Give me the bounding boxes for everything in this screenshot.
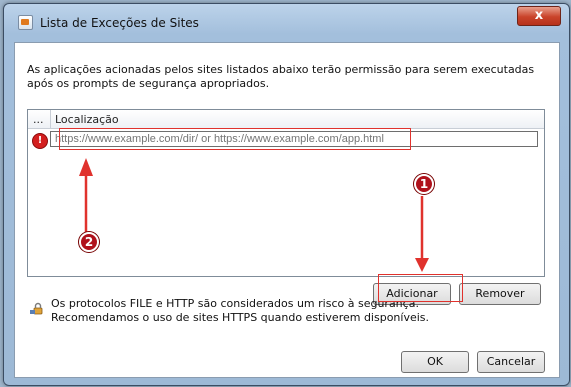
security-info-line1: Os protocolos FILE e HTTP são considerad… (51, 297, 419, 310)
ok-button[interactable]: OK (401, 351, 469, 373)
java-app-icon (18, 15, 33, 30)
annotation-badge-2: 2 (79, 232, 99, 252)
column-header-location[interactable]: Localização (55, 113, 119, 126)
window-title: Lista de Exceções de Sites (40, 16, 199, 30)
exception-site-list-dialog: Lista de Exceções de Sites x As aplicaçõ… (3, 3, 570, 386)
security-info-line2: Recomendamos o uso de sites HTTPS quando… (51, 311, 430, 324)
add-button-highlight-box (378, 274, 463, 302)
annotation-badge-1: 1 (414, 174, 434, 194)
security-info-text: Os protocolos FILE e HTTP são considerad… (51, 297, 429, 325)
description-text: As aplicações acionadas pelos sites list… (27, 63, 535, 90)
table-header: ... Localização (28, 110, 544, 129)
title-bar[interactable]: Lista de Exceções de Sites x (4, 4, 569, 32)
close-button[interactable]: x (517, 6, 561, 26)
lock-icon (30, 302, 43, 315)
dialog-body: As aplicações acionadas pelos sites list… (14, 42, 560, 378)
warning-icon: ! (32, 133, 48, 149)
cancel-button[interactable]: Cancelar (477, 351, 545, 373)
url-highlight-box (59, 128, 411, 150)
column-header-status[interactable]: ... (33, 113, 44, 126)
remove-button[interactable]: Remover (459, 283, 541, 305)
column-divider (50, 110, 51, 128)
